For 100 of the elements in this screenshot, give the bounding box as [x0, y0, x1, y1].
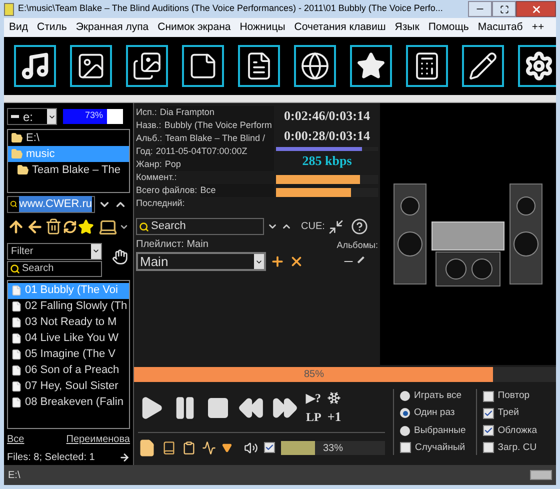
tag-value: Все: [200, 184, 274, 198]
menu-item[interactable]: Стиль: [37, 20, 67, 36]
volume-reading: 33%: [323, 442, 344, 456]
menu-item[interactable]: Сочетания клавиш: [294, 20, 386, 36]
tag-value: Team Blake – The Blind /: [165, 132, 274, 146]
delete-icon[interactable]: [289, 254, 304, 269]
book-icon[interactable]: [162, 440, 176, 454]
play-mode-label: Играть все: [414, 389, 462, 403]
radio-button[interactable]: [400, 408, 410, 418]
globe-button[interactable]: [294, 45, 336, 87]
notes-icon: [188, 51, 218, 81]
settings-button[interactable]: [518, 45, 556, 87]
option-checkbox[interactable]: [482, 408, 494, 419]
lp-button[interactable]: LP: [306, 408, 322, 426]
menu-item[interactable]: ++: [532, 20, 544, 36]
file-search-field[interactable]: Search: [7, 260, 102, 277]
app-icon: [4, 2, 14, 16]
tag-label: Назв.:: [136, 118, 162, 132]
volume-icon[interactable]: [244, 440, 258, 454]
status-path: E:\: [8, 468, 20, 482]
drive-select[interactable]: e:: [7, 108, 57, 126]
file-icon[interactable]: [138, 438, 156, 456]
file-icon: [11, 301, 22, 312]
tag-label: Год:: [136, 144, 153, 158]
plus-one-button[interactable]: +1: [327, 407, 343, 426]
folder-icon: [11, 132, 23, 144]
document-button[interactable]: [238, 45, 280, 87]
file-count: Files: 8; Selected: 1: [7, 451, 95, 465]
volume-checkbox[interactable]: [264, 442, 275, 453]
playlist-select[interactable]: Main: [136, 252, 266, 271]
collapse-icon[interactable]: [328, 218, 344, 234]
file-icon: [11, 285, 22, 296]
shuffle-checkbox[interactable]: [400, 442, 411, 454]
file-item[interactable]: 02 Falling Slowly (Th: [8, 298, 129, 315]
file-item[interactable]: 05 Imagine (The V: [8, 346, 129, 363]
option-checkbox[interactable]: [482, 425, 494, 436]
chart-icon[interactable]: [202, 440, 216, 454]
minimize-button[interactable]: [468, 1, 492, 17]
folder-item[interactable]: E:\: [8, 130, 129, 146]
pictures-button[interactable]: [126, 45, 168, 87]
tag-search-field[interactable]: Search: [136, 218, 264, 235]
volume-track[interactable]: 33%: [281, 440, 385, 454]
stop-icon[interactable]: [206, 396, 230, 420]
progress-reading: 85%: [304, 368, 324, 382]
refresh-icon[interactable]: [63, 220, 77, 234]
menu-item[interactable]: Помощь: [428, 20, 469, 36]
file-icon: [11, 365, 22, 376]
music-button[interactable]: [14, 45, 56, 87]
tag-value: 2011-05-04T07:00:00Z: [156, 144, 274, 158]
link[interactable]: Переименова: [66, 432, 130, 447]
option-checkbox[interactable]: [482, 390, 494, 402]
option-label: Обложка: [498, 424, 538, 438]
radio-button[interactable]: [400, 391, 410, 402]
time-reading: 0:02:46/0:03:14: [283, 107, 371, 125]
maximize-button[interactable]: [492, 1, 516, 17]
close-button[interactable]: [516, 1, 556, 17]
tag-label: Жанр:: [136, 158, 162, 171]
query-play-button[interactable]: ▶?: [306, 389, 322, 407]
play-mode-label: Выбранные: [414, 424, 466, 438]
menu-item[interactable]: Масштаб: [478, 20, 523, 36]
globe-icon: [300, 51, 330, 81]
search-icon: [10, 199, 18, 210]
option-checkbox[interactable]: [482, 442, 494, 454]
file-item[interactable]: 03 Not Ready to M: [8, 314, 129, 331]
option-label: Загр. CU: [498, 440, 537, 455]
notes-button[interactable]: [182, 45, 224, 87]
star-button[interactable]: [350, 45, 392, 87]
menu-item[interactable]: Вид: [9, 20, 28, 36]
menu-item[interactable]: Снимок экрана: [158, 20, 231, 36]
link[interactable]: Все: [7, 432, 24, 447]
tag-value: Pop: [164, 158, 274, 172]
help-icon[interactable]: [350, 218, 368, 235]
hand-icon[interactable]: [112, 248, 128, 265]
url-field[interactable]: www.CWER.ru: [7, 196, 95, 213]
file-item[interactable]: 07 Hey, Soul Sister: [8, 378, 129, 395]
folder-item[interactable]: Team Blake – The: [8, 162, 129, 178]
add-icon[interactable]: [270, 254, 285, 269]
file-item[interactable]: 04 Live Like You W: [8, 330, 129, 347]
menu-item[interactable]: Экранная лупа: [76, 20, 149, 36]
filter-select[interactable]: Filter: [7, 242, 102, 260]
snowflake-icon[interactable]: [327, 391, 342, 405]
trash-icon[interactable]: [45, 218, 62, 236]
file-item[interactable]: 06 Son of a Preach: [8, 362, 129, 379]
close-icon: [530, 4, 542, 14]
calculator-button[interactable]: [406, 45, 448, 87]
clipboard-icon[interactable]: [182, 440, 196, 454]
radio-button[interactable]: [400, 426, 410, 436]
tag-value: Dia Frampton: [160, 106, 274, 120]
file-item[interactable]: 08 Breakeven (Falin: [8, 394, 129, 411]
caret-icon[interactable]: [222, 442, 232, 452]
pictures-icon: [132, 51, 162, 81]
file-icon: [11, 333, 22, 344]
right-arrow-icon[interactable]: [119, 452, 130, 463]
picture-button[interactable]: [70, 45, 112, 87]
search-icon: [139, 222, 149, 232]
star-icon[interactable]: [78, 218, 94, 235]
menu-item[interactable]: Ножницы: [240, 20, 286, 36]
menu-item[interactable]: Язык: [394, 20, 420, 36]
pencil-button[interactable]: [462, 45, 504, 87]
albums-label: Альбомы:: [336, 238, 378, 252]
